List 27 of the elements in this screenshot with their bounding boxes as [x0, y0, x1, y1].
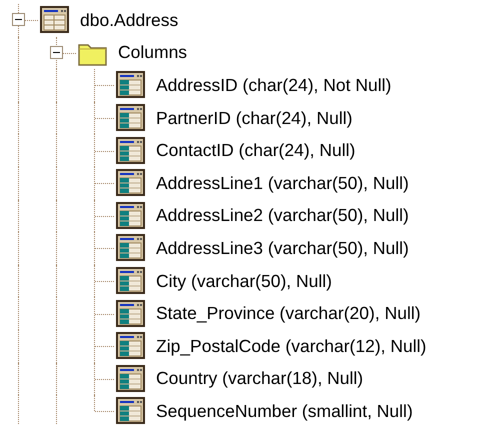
column-icon [116, 169, 146, 198]
tree-item-label[interactable]: AddressLine1 (varchar(50), Null) [156, 172, 409, 194]
tree-item-label[interactable]: SequenceNumber (smallint, Null) [156, 400, 413, 422]
column-icon [116, 71, 146, 100]
tree-item-label[interactable]: AddressLine2 (varchar(50), Null) [156, 205, 409, 226]
column-icon [116, 300, 146, 328]
tree-item-label[interactable]: PartnerID (char(24), Null) [156, 108, 352, 129]
column-icon [116, 267, 146, 296]
tree-item-label[interactable]: Country (varchar(18), Null) [156, 368, 364, 390]
column-icon [116, 202, 146, 230]
column-icon [116, 364, 146, 393]
expander-button[interactable] [12, 13, 25, 26]
tree-item-label[interactable]: ContactID (char(24), Null) [156, 140, 356, 162]
tree-item-label[interactable]: AddressLine3 (varchar(50), Null) [156, 238, 409, 259]
expander-button[interactable] [50, 46, 63, 59]
tree-item-label[interactable]: Columns [118, 42, 188, 64]
column-icon [116, 104, 146, 132]
column-icon [116, 332, 146, 360]
tree-item-label[interactable]: AddressID (char(24), Not Null) [156, 74, 392, 96]
column-icon [116, 397, 146, 425]
tree-item-label[interactable]: dbo.Address [80, 10, 178, 31]
table-icon [40, 6, 70, 34]
column-icon [116, 136, 146, 165]
tree-item-label[interactable]: City (varchar(50), Null) [156, 270, 332, 292]
tree-item-label[interactable]: Zip_PostalCode (varchar(12), Null) [156, 336, 426, 357]
tree-item-label[interactable]: State_Province (varchar(20), Null) [156, 303, 421, 324]
column-icon [116, 234, 146, 262]
